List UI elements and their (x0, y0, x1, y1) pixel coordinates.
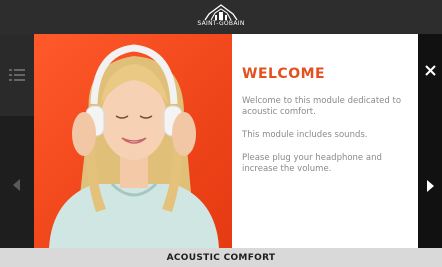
logo-text: SAINT-GOBAIN (197, 20, 245, 27)
left-rail (0, 34, 34, 248)
headphone-paragraph: Please plug your headphone and increase … (242, 153, 382, 174)
previous-button[interactable] (0, 168, 34, 202)
logo-arch-icon (204, 4, 238, 21)
module-stage: WELCOME Welcome to this module dedicated… (0, 34, 442, 248)
module-title: ACOUSTIC COMFORT (166, 252, 276, 263)
bottom-bar: ACOUSTIC COMFORT (0, 248, 442, 267)
chevron-right-icon (427, 180, 434, 192)
right-rail (418, 34, 442, 248)
top-bar: SAINT-GOBAIN (0, 0, 442, 34)
menu-icon (9, 69, 25, 81)
left-rail-top (0, 34, 34, 116)
close-icon (424, 64, 436, 76)
next-button[interactable] (418, 174, 442, 198)
welcome-panel: WELCOME Welcome to this module dedicated… (232, 34, 418, 248)
brand-logo: SAINT-GOBAIN (181, 3, 261, 31)
sounds-paragraph: This module includes sounds. (242, 130, 368, 140)
welcome-paragraph: Welcome to this module dedicated to acou… (242, 96, 402, 117)
close-button[interactable] (418, 58, 442, 82)
hero-photo (34, 34, 232, 248)
menu-button[interactable] (0, 58, 34, 92)
chevron-left-icon (13, 179, 20, 191)
welcome-title: WELCOME (242, 66, 326, 82)
woman-with-headphones-image (49, 44, 219, 248)
